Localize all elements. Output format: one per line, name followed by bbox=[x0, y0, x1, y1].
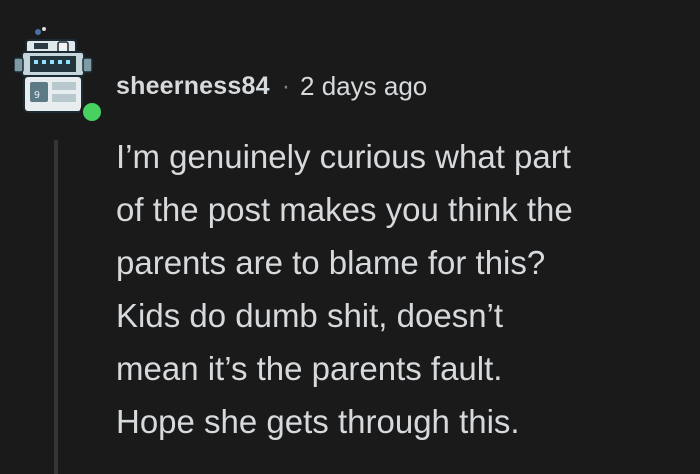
online-status-indicator bbox=[80, 100, 104, 124]
comment-text-line: mean it’s the parents fault. bbox=[116, 350, 503, 387]
thread-collapse-line[interactable] bbox=[54, 140, 58, 474]
comment-text-line: of the post makes you think the bbox=[116, 191, 573, 228]
comment-text-line: I’m genuinely curious what part bbox=[116, 138, 571, 175]
timestamp-link[interactable]: 2 days ago bbox=[300, 71, 427, 102]
comment-text-line: Kids do dumb shit, doesn’t bbox=[116, 297, 504, 334]
svg-text:9: 9 bbox=[34, 90, 40, 101]
comment-body: I’m genuinely curious what part of the p… bbox=[116, 130, 686, 448]
comment-text-line: parents are to blame for this? bbox=[116, 244, 546, 281]
avatar[interactable]: 9 bbox=[14, 26, 104, 124]
username-link[interactable]: sheerness84 bbox=[116, 72, 270, 101]
comment: 9 sheerness84 · 2 days ago I’m genuinely… bbox=[0, 0, 700, 474]
comment-text-line: Hope she gets through this. bbox=[116, 403, 520, 440]
comment-meta: sheerness84 · 2 days ago bbox=[116, 66, 427, 106]
meta-separator: · bbox=[281, 71, 291, 100]
